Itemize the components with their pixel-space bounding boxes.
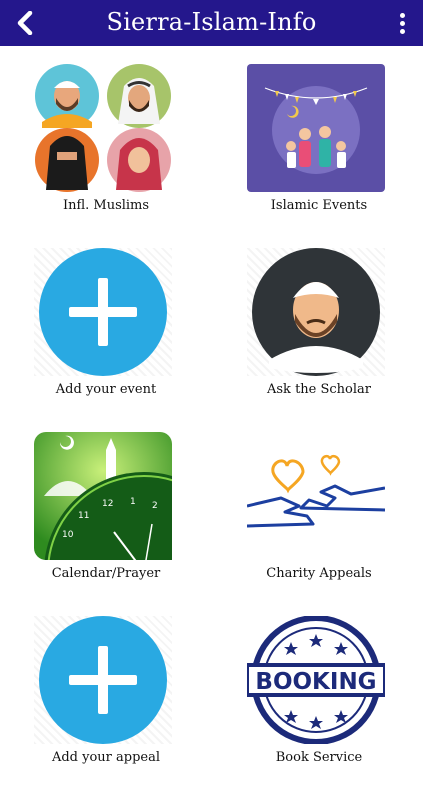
tile-label: Ask the Scholar	[267, 382, 371, 397]
tile-label: Infl. Muslims	[62, 198, 150, 213]
add-appeal-plus-icon	[34, 616, 172, 744]
tile-label: Calendar/Prayer	[51, 566, 161, 581]
islamic-events-icon	[247, 64, 385, 192]
overflow-menu-button[interactable]	[389, 8, 415, 38]
app-title: Sierra-Islam-Info	[106, 8, 317, 36]
booking-stamp-text: BOOKING	[255, 669, 376, 695]
calendar-prayer-icon: 10 11 12 12	[34, 432, 244, 672]
tile-ask-scholar[interactable]: Ask the Scholar	[224, 230, 414, 414]
scholar-icon	[247, 248, 385, 376]
booking-stamp-icon: BOOKING	[245, 615, 387, 745]
app-bar: Sierra-Islam-Info	[0, 0, 423, 46]
tile-infl-muslims[interactable]: Infl. Muslims	[11, 46, 201, 230]
tile-label: Islamic Events	[270, 198, 368, 213]
add-event-plus-icon	[34, 248, 172, 376]
svg-text:11: 11	[78, 511, 89, 521]
svg-text:12: 12	[102, 499, 113, 509]
tile-label: Charity Appeals	[266, 566, 372, 581]
tile-islamic-events[interactable]: Islamic Events	[224, 46, 414, 230]
tile-label: Book Service	[275, 750, 363, 765]
more-vertical-icon	[399, 12, 405, 18]
tile-add-event[interactable]: Add your event	[11, 230, 201, 414]
svg-text:10: 10	[62, 530, 74, 540]
tile-label: Add your appeal	[51, 750, 161, 765]
charity-hands-icon	[246, 432, 386, 560]
influential-muslims-icon	[34, 64, 172, 192]
tile-charity-appeals[interactable]: Charity Appeals	[224, 414, 414, 598]
svg-text:2: 2	[152, 501, 158, 511]
tile-add-appeal[interactable]: Add your appeal	[11, 598, 201, 782]
tile-calendar-prayer[interactable]: 10 11 12 12 Calendar/Prayer	[11, 414, 244, 672]
tile-label: Add your event	[55, 382, 157, 397]
svg-text:1: 1	[130, 497, 136, 507]
tile-book-service[interactable]: BOOKING Book Service	[224, 598, 414, 782]
